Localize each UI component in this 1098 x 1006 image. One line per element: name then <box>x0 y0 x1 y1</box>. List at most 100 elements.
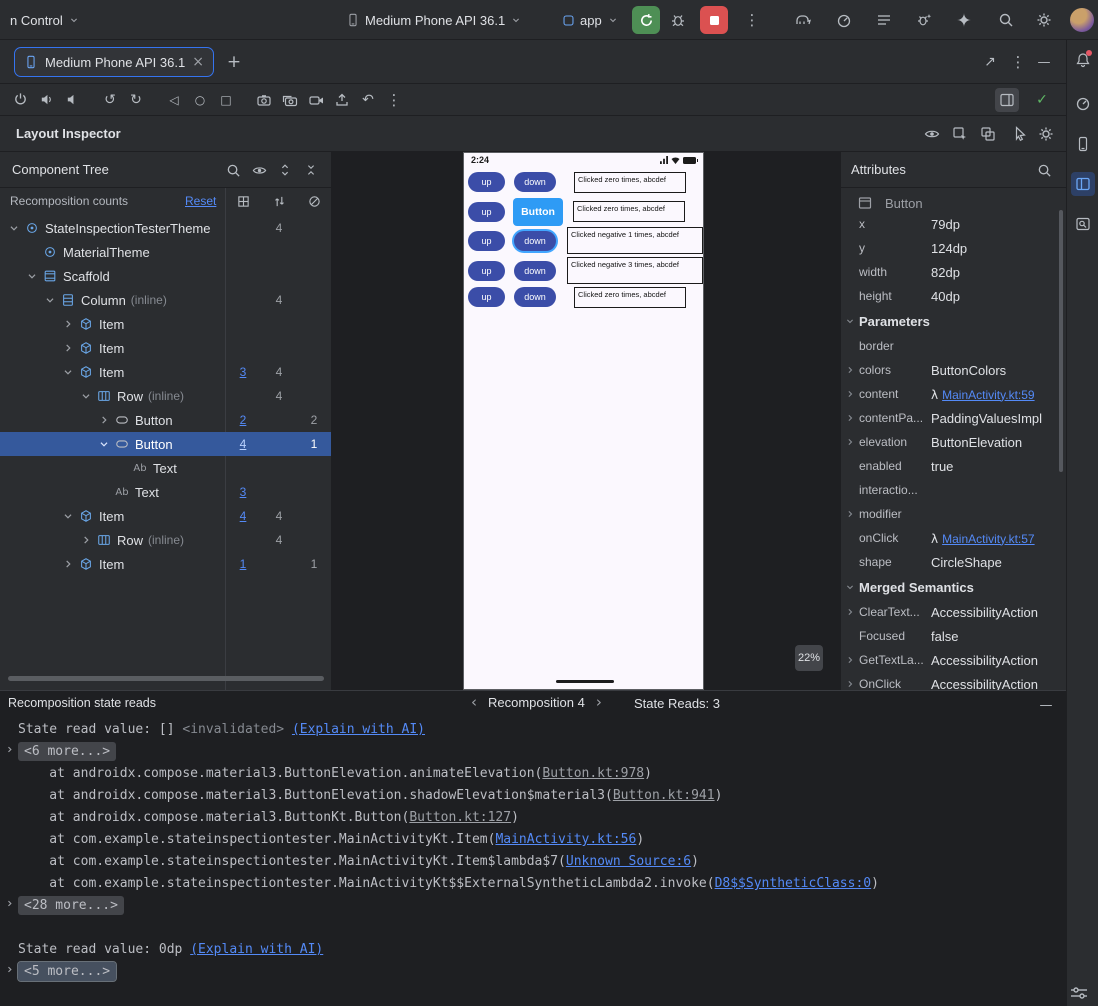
tree-row-item[interactable]: Item 1 1 <box>0 552 331 576</box>
attribute-row[interactable]: colors ButtonColors <box>841 358 1066 382</box>
disable-counts-icon[interactable] <box>302 189 326 213</box>
chevron-right-icon[interactable] <box>843 435 857 449</box>
snapshot-export-icon[interactable] <box>948 122 972 146</box>
stack-frame-link[interactable]: MainActivity.kt:56 <box>495 832 636 847</box>
power-icon[interactable] <box>8 88 32 112</box>
open-in-window-icon[interactable]: ↗ <box>978 50 1002 74</box>
attribute-row[interactable]: enabled true <box>841 454 1066 478</box>
source-location-link[interactable]: MainActivity.kt:57 <box>942 532 1034 546</box>
screen-record-icon[interactable] <box>304 88 328 112</box>
chevron-right-icon[interactable] <box>843 387 857 401</box>
device-selector[interactable]: Medium Phone API 36.1 <box>342 8 526 32</box>
stop-button[interactable] <box>700 6 728 34</box>
layers-icon[interactable] <box>976 122 1000 146</box>
chevron-right-icon[interactable] <box>843 677 857 690</box>
chevron-right-icon[interactable] <box>843 363 857 377</box>
expand-fold-icon[interactable] <box>4 744 15 755</box>
chevron-right-icon[interactable] <box>60 556 76 572</box>
android-back-icon[interactable]: ◁ <box>162 88 186 112</box>
settings-gear-icon[interactable] <box>1032 8 1056 32</box>
screenshot-icon[interactable] <box>252 88 276 112</box>
chevron-down-icon[interactable] <box>96 436 112 452</box>
android-recents-icon[interactable]: □ <box>214 88 238 112</box>
attribute-row[interactable]: border <box>841 334 1066 358</box>
device-mirror-toggle[interactable] <box>995 88 1019 112</box>
attribute-row[interactable]: onClick λ MainActivity.kt:57 <box>841 526 1066 550</box>
tree-row-row[interactable]: Row (inline) 4 <box>0 528 331 552</box>
add-tab-icon[interactable]: + <box>222 50 246 74</box>
chevron-down-icon[interactable] <box>843 314 857 328</box>
source-location-link[interactable]: MainActivity.kt:59 <box>942 388 1034 402</box>
zoom-level-badge[interactable]: 22% <box>795 645 823 671</box>
rotate-left-icon[interactable]: ↺ <box>98 88 122 112</box>
merged-semantics-section-header[interactable]: Merged Semantics <box>841 574 1066 600</box>
pressed-button[interactable]: Button <box>513 197 563 226</box>
tree-row-column[interactable]: Column (inline) 4 <box>0 288 331 312</box>
chevron-down-icon[interactable] <box>60 508 76 524</box>
app-insights-icon[interactable] <box>912 8 936 32</box>
folded-frames-chip[interactable]: <28 more...> <box>18 896 124 915</box>
expand-fold-icon[interactable] <box>4 898 15 909</box>
chevron-right-icon[interactable] <box>60 340 76 356</box>
tree-row-row[interactable]: Row (inline) 4 <box>0 384 331 408</box>
click-count-text[interactable]: Clicked negative 3 times, abcdef <box>567 257 703 284</box>
attribute-row[interactable]: width 82dp <box>841 260 1066 284</box>
stack-frame-link[interactable]: Button.kt:941 <box>613 788 715 803</box>
screenshot-multi-icon[interactable] <box>278 88 302 112</box>
chevron-down-icon[interactable] <box>42 292 58 308</box>
select-mode-icon[interactable] <box>1008 122 1032 146</box>
attribute-row[interactable]: content λ MainActivity.kt:59 <box>841 382 1066 406</box>
chevron-down-icon[interactable] <box>60 364 76 380</box>
android-home-icon[interactable]: ○ <box>188 88 212 112</box>
chevron-right-icon[interactable] <box>843 605 857 619</box>
attribute-row[interactable]: GetTextLa... AccessibilityAction <box>841 648 1066 672</box>
chevron-down-icon[interactable] <box>6 220 22 236</box>
chevron-right-icon[interactable] <box>78 532 94 548</box>
up-button[interactable]: up <box>468 172 505 192</box>
volume-up-icon[interactable] <box>34 88 58 112</box>
attribute-row[interactable]: y 124dp <box>841 236 1066 260</box>
attribute-row[interactable]: contentPa... PaddingValuesImpl <box>841 406 1066 430</box>
chevron-down-icon[interactable] <box>78 388 94 404</box>
chevron-right-icon[interactable] <box>843 507 857 521</box>
profiler-icon[interactable] <box>832 8 856 32</box>
run-configuration-selector[interactable]: app <box>558 8 623 32</box>
expand-all-icon[interactable] <box>273 158 297 182</box>
gemini-icon[interactable] <box>952 8 976 32</box>
search-icon[interactable] <box>994 8 1018 32</box>
attributes-search-icon[interactable] <box>1032 158 1056 182</box>
visibility-options-icon[interactable] <box>920 122 944 146</box>
editor-settings-icon[interactable] <box>1070 985 1088 1004</box>
tab-more-icon[interactable]: ⋮ <box>1006 50 1030 74</box>
volume-down-icon[interactable] <box>60 88 84 112</box>
tree-row-item[interactable]: Item <box>0 336 331 360</box>
chevron-right-icon[interactable] <box>60 316 76 332</box>
debug-button[interactable] <box>666 8 690 32</box>
attribute-row[interactable]: elevation ButtonElevation <box>841 430 1066 454</box>
attribute-row[interactable]: interactio... <box>841 478 1066 502</box>
attribute-row[interactable]: Focused false <box>841 624 1066 648</box>
reset-counts-link[interactable]: Reset <box>185 194 216 208</box>
folded-frames-chip[interactable]: <6 more...> <box>18 742 117 761</box>
click-count-text[interactable]: Clicked zero times, abcdef <box>573 201 685 222</box>
layout-inspector-tool-icon[interactable] <box>1071 172 1095 196</box>
down-button[interactable]: down <box>514 260 556 281</box>
explain-with-ai-link[interactable]: (Explain with AI) <box>292 722 425 737</box>
attribute-row[interactable]: ClearText... AccessibilityAction <box>841 600 1066 624</box>
profiler-tool-icon[interactable] <box>1071 92 1095 116</box>
rerun-button[interactable] <box>632 6 660 34</box>
click-count-text[interactable]: Clicked negative 1 times, abcdef <box>567 227 703 254</box>
chevron-right-icon[interactable] <box>96 412 112 428</box>
notifications-icon[interactable] <box>1071 48 1095 72</box>
tree-row-text[interactable]: Ab Text 3 <box>0 480 331 504</box>
parameters-section-header[interactable]: Parameters <box>841 308 1066 334</box>
running-devices-icon[interactable] <box>1071 132 1095 156</box>
chevron-down-icon[interactable] <box>24 268 40 284</box>
tree-row-theme[interactable]: StateInspectionTesterTheme 4 <box>0 216 331 240</box>
run-more-options-icon[interactable]: ⋮ <box>740 8 764 32</box>
tree-row-button[interactable]: Button 2 2 <box>0 408 331 432</box>
expand-fold-icon[interactable] <box>4 964 15 975</box>
attribute-row[interactable]: OnClick AccessibilityAction <box>841 672 1066 690</box>
collapse-all-icon[interactable] <box>299 158 323 182</box>
tree-row-item[interactable]: Item 4 4 <box>0 504 331 528</box>
